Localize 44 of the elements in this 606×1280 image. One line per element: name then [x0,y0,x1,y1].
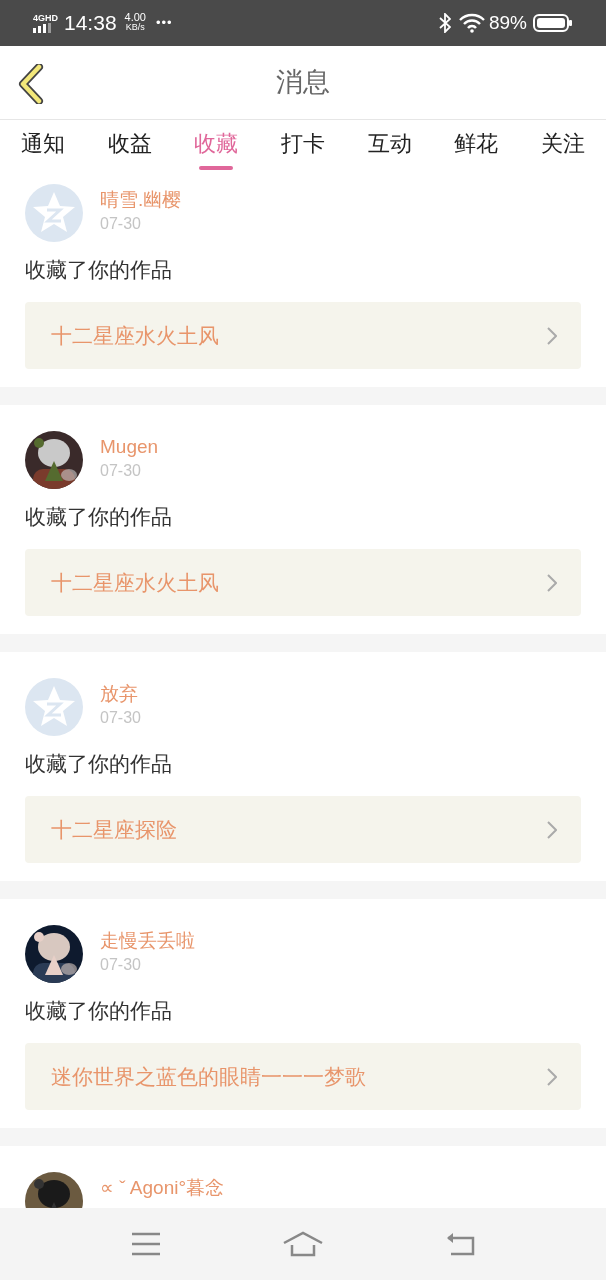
chevron-icon [547,573,557,592]
message-text: 收藏了你的作品 [25,998,173,1024]
message-text: 收藏了你的作品 [25,504,173,530]
work-link[interactable]: 十二星座水火土风 [25,302,581,369]
user-name[interactable]: 放弃 [100,681,141,707]
wifi-icon [458,13,485,33]
message-date: 07-30 [100,214,142,234]
back-button[interactable] [16,64,46,104]
battery-icon [533,14,573,32]
message-text: 收藏了你的作品 [25,257,173,283]
tab[interactable]: 收藏 [173,120,260,172]
signal-icon [33,22,53,33]
message-text: 收藏了你的作品 [25,751,173,777]
work-link[interactable]: 十二星座水火土风 [25,549,581,616]
back-nav-icon[interactable] [445,1232,475,1256]
clock: 14:38 [64,10,117,37]
user-name[interactable]: 晴雪.幽樱 [100,187,182,213]
back-icon [17,64,45,104]
message-date: 07-30 [100,955,142,975]
battery-percent: 89% [488,10,527,35]
home-icon[interactable] [283,1231,323,1257]
speed-unit: KB/s [125,23,145,32]
user-name[interactable]: 走慢丢丢啦 [100,928,195,954]
speed-value: 4.00 [124,12,146,23]
user-name[interactable]: ∝ ˇ Agoni°暮念 [100,1175,225,1201]
tab[interactable]: 互动 [346,120,433,172]
tab[interactable]: 鲜花 [432,120,520,172]
tab[interactable]: 收益 [86,120,174,172]
page-title: 消息 [276,66,330,100]
message-date: 07-30 [100,461,142,481]
more-dots: ••• [156,14,173,33]
user-name[interactable]: Mugen [100,434,159,460]
tab[interactable]: 打卡 [259,120,347,172]
chevron-icon [547,326,557,345]
tab[interactable]: 关注 [519,120,606,172]
work-link[interactable]: 十二星座探险 [25,796,581,863]
work-link[interactable]: 迷你世界之蓝色的眼睛一一一梦歌 [25,1043,581,1110]
bluetooth-icon [438,13,451,33]
message-date: 07-30 [100,708,141,728]
tab[interactable]: 通知 [0,120,87,172]
chevron-icon [547,1067,557,1086]
menu-icon[interactable] [131,1232,161,1256]
network-label: 4GHD [33,13,58,23]
chevron-icon [547,820,557,839]
